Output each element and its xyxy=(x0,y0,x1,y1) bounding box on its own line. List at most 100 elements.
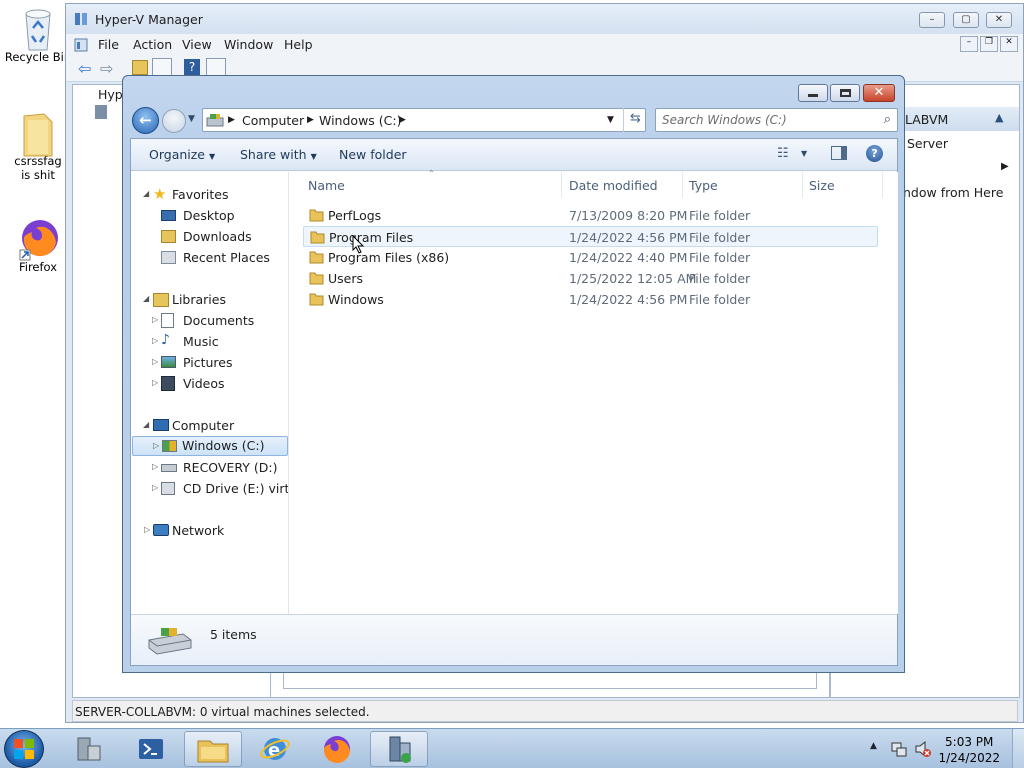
expand-arrow-icon[interactable]: ▷ xyxy=(152,379,160,387)
nav-recent-places[interactable]: Recent Places xyxy=(143,248,283,268)
close-button[interactable]: ✕ xyxy=(986,12,1012,28)
up-folder-icon[interactable] xyxy=(132,60,148,75)
back-arrow-icon[interactable]: ⇦ xyxy=(78,59,91,78)
nav-recovery-d[interactable]: ▷ RECOVERY (D:) xyxy=(143,458,288,478)
actions-header-label: LABVM xyxy=(905,112,949,127)
start-button[interactable] xyxy=(4,730,44,768)
nav-pictures[interactable]: ▷ Pictures xyxy=(143,353,283,373)
file-row[interactable]: Windows 1/24/2022 4:56 PM File folder xyxy=(303,289,878,310)
action-item[interactable]: ndow from Here xyxy=(903,185,1003,200)
file-row[interactable]: Users 1/25/2022 12:05 AM File folder xyxy=(303,268,878,289)
expand-arrow-icon[interactable]: ▷ xyxy=(152,358,160,366)
nav-downloads[interactable]: Downloads xyxy=(143,227,283,247)
action-item[interactable]: Server xyxy=(907,136,948,151)
help-icon[interactable]: ? xyxy=(184,59,200,76)
back-button[interactable]: ← xyxy=(132,107,159,134)
desktop-icon-label: Firefox xyxy=(18,260,58,274)
show-desktop-button[interactable] xyxy=(1012,729,1024,768)
window-title: Hyper-V Manager xyxy=(95,12,203,27)
nav-computer[interactable]: ◢ Computer xyxy=(143,416,283,436)
file-row[interactable]: Program Files 1/24/2022 4:56 PM File fol… xyxy=(303,226,878,247)
nav-desktop[interactable]: Desktop xyxy=(143,206,283,226)
nav-music[interactable]: ▷ ♪ Music xyxy=(143,332,283,352)
expand-arrow-icon[interactable]: ▷ xyxy=(152,463,160,471)
desktop-icon xyxy=(161,210,176,221)
menu-window[interactable]: Window xyxy=(224,37,273,52)
menu-file[interactable]: File xyxy=(98,37,119,52)
mdi-restore-button[interactable]: ❐ xyxy=(980,36,998,52)
breadcrumb-item[interactable]: Computer xyxy=(242,113,304,128)
nav-favorites[interactable]: ◢ ★ Favorites xyxy=(143,185,283,205)
star-icon: ★ xyxy=(153,185,167,203)
menu-help[interactable]: Help xyxy=(284,37,313,52)
expand-arrow-icon[interactable]: ▷ xyxy=(153,442,161,450)
file-row[interactable]: PerfLogs 7/13/2009 8:20 PM File folder xyxy=(303,205,878,226)
address-dropdown-icon[interactable]: ▼ xyxy=(607,115,614,125)
search-input[interactable] xyxy=(662,112,874,128)
mdi-minimize-button[interactable]: – xyxy=(960,36,978,52)
column-header-size[interactable]: Size xyxy=(803,172,883,198)
organize-button[interactable]: Organize ▼ xyxy=(149,147,215,162)
column-header-name[interactable]: Name xyxy=(302,172,562,198)
recent-pages-chevron-icon[interactable]: ▼ xyxy=(188,114,195,124)
taskbar-hyperv-manager[interactable] xyxy=(370,731,428,767)
nav-label: Recent Places xyxy=(183,250,270,265)
taskbar-server-manager[interactable] xyxy=(60,731,118,767)
column-header-date-modified[interactable]: Date modified xyxy=(563,172,683,198)
nav-cd-drive-e[interactable]: ▷ CD Drive (E:) virtio-v xyxy=(143,479,288,499)
nav-videos[interactable]: ▷ Videos xyxy=(143,374,283,394)
expand-arrow-icon[interactable]: ▷ xyxy=(144,526,152,534)
file-name: Windows xyxy=(328,292,384,307)
nav-libraries[interactable]: ◢ Libraries xyxy=(143,290,283,310)
desktop-icon-firefox[interactable]: Firefox xyxy=(4,216,72,274)
expand-arrow-icon[interactable]: ▷ xyxy=(152,316,160,324)
breadcrumb-separator-icon[interactable]: ▶ xyxy=(399,115,406,125)
maximize-button[interactable] xyxy=(830,84,860,102)
nav-documents[interactable]: ▷ Documents xyxy=(143,311,283,331)
show-hidden-icons-icon[interactable]: ▲ xyxy=(870,741,877,751)
taskbar-internet-explorer[interactable]: e xyxy=(246,731,304,767)
chevron-down-icon[interactable]: ▼ xyxy=(801,149,807,158)
forward-button[interactable] xyxy=(162,109,186,133)
mdi-close-button[interactable]: ✕ xyxy=(1000,36,1018,52)
search-box[interactable]: ⌕ xyxy=(655,108,898,132)
share-with-button[interactable]: Share with ▼ xyxy=(240,147,317,162)
breadcrumb-item[interactable]: Windows (C:) xyxy=(319,113,401,128)
help-icon[interactable]: ? xyxy=(866,145,883,162)
taskbar-firefox[interactable] xyxy=(308,731,366,767)
network-status-icon[interactable] xyxy=(890,740,908,758)
column-header-type[interactable]: Type xyxy=(683,172,803,198)
expand-arrow-icon[interactable]: ◢ xyxy=(143,190,151,198)
expand-arrow-icon[interactable]: ▷ xyxy=(152,337,160,345)
minimize-button[interactable] xyxy=(798,84,828,102)
nav-label: Favorites xyxy=(172,187,229,202)
close-button[interactable]: ✕ xyxy=(863,84,895,102)
file-row[interactable]: Program Files (x86) 1/24/2022 4:40 PM Fi… xyxy=(303,247,878,268)
system-clock[interactable]: 5:03 PM 1/24/2022 xyxy=(938,734,1000,766)
breadcrumb-separator-icon[interactable]: ▶ xyxy=(228,115,235,125)
expand-arrow-icon[interactable]: ▷ xyxy=(152,484,160,492)
preview-pane-icon[interactable] xyxy=(831,146,847,160)
menu-action[interactable]: Action xyxy=(133,37,172,52)
title-bar[interactable]: Hyper-V Manager – ▢ ✕ xyxy=(66,4,1023,34)
view-options-icon[interactable]: ☷ xyxy=(777,146,789,161)
refresh-button[interactable]: ⇆ xyxy=(623,108,647,132)
desktop-icon-folder[interactable]: csrssfag is shit xyxy=(4,110,72,182)
collapse-arrow-icon[interactable]: ▲ xyxy=(995,111,1003,124)
new-folder-button[interactable]: New folder xyxy=(339,147,407,162)
desktop-icon-recycle-bin[interactable]: Recycle Bin xyxy=(4,6,72,64)
address-bar[interactable]: ▶ Computer ▶ Windows (C:) ▶ ▼ xyxy=(202,108,646,132)
expand-arrow-icon[interactable]: ◢ xyxy=(143,421,151,429)
volume-muted-icon[interactable] xyxy=(914,740,932,758)
breadcrumb-separator-icon[interactable]: ▶ xyxy=(307,115,314,125)
taskbar-explorer[interactable] xyxy=(184,731,242,767)
menu-view[interactable]: View xyxy=(182,37,212,52)
taskbar-powershell[interactable] xyxy=(122,731,180,767)
nav-network[interactable]: ▷ Network xyxy=(143,521,283,541)
search-icon[interactable]: ⌕ xyxy=(884,112,891,127)
nav-windows-c[interactable]: ▷ Windows (C:) xyxy=(132,436,288,456)
maximize-button[interactable]: ▢ xyxy=(953,12,979,28)
minimize-button[interactable]: – xyxy=(919,12,945,28)
forward-arrow-icon[interactable]: ⇨ xyxy=(100,59,113,78)
expand-arrow-icon[interactable]: ◢ xyxy=(143,295,151,303)
